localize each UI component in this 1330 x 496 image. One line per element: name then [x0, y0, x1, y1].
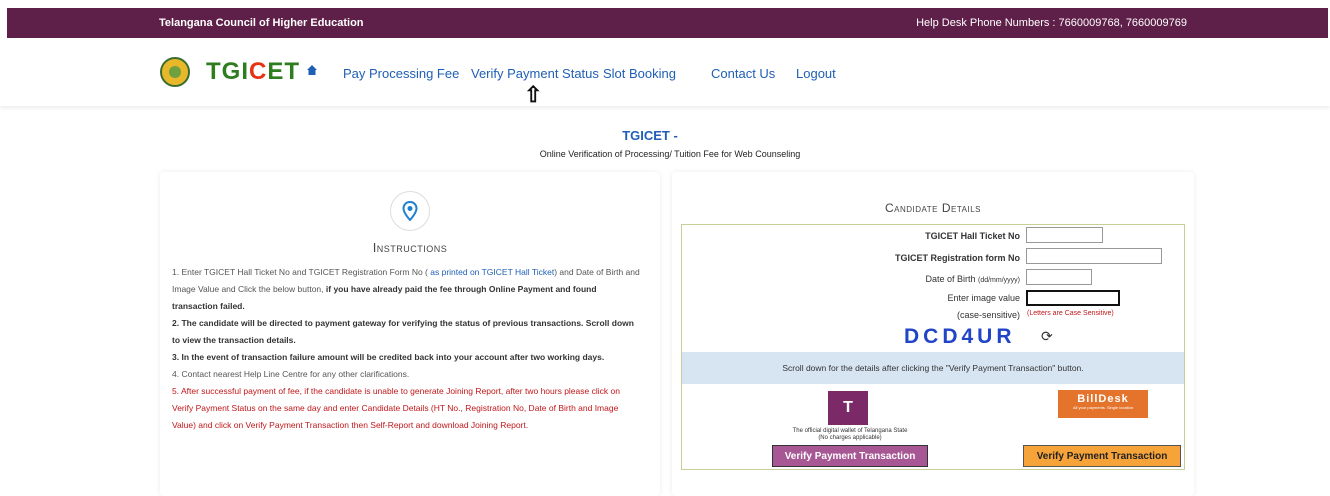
nav-contact-us[interactable]: Contact Us	[711, 66, 775, 81]
top-header-bar: Telangana Council of Higher Education He…	[7, 8, 1328, 38]
candidate-details-panel: Candidate Details TGICET Hall Ticket No …	[672, 172, 1194, 496]
billdesk-logo[interactable]: BillDesk All your payments. Single locat…	[1058, 390, 1148, 418]
instruction-item: 2. The candidate will be directed to pay…	[172, 318, 634, 345]
case-sensitive-note: (Letters are Case Sensitive)	[1027, 310, 1114, 317]
refresh-captcha-icon[interactable]: ⟳	[1041, 328, 1053, 345]
registration-label: TGICET Registration form No	[894, 253, 1020, 263]
twallet-logo[interactable]: T	[828, 391, 868, 425]
home-icon[interactable]	[307, 64, 317, 78]
dob-label: Date of Birth (dd/mm/yyyy)	[925, 274, 1020, 284]
hall-ticket-link[interactable]: as printed on TGICET Hall Ticket	[430, 267, 554, 277]
instruction-item: 4. Contact nearest Help Line Centre for …	[172, 369, 410, 379]
captcha-image: DCD4UR	[904, 325, 1016, 348]
location-pin-icon	[390, 191, 430, 231]
nav-pay-processing-fee[interactable]: Pay Processing Fee	[343, 66, 459, 81]
image-value-label: Enter image value	[947, 293, 1020, 303]
instruction-item: 1. Enter TGICET Hall Ticket No and TGICE…	[172, 267, 640, 311]
instructions-panel: Instructions 1. Enter TGICET Hall Ticket…	[160, 172, 660, 496]
nav-logout[interactable]: Logout	[796, 66, 836, 81]
scroll-note: Scroll down for the details after clicki…	[682, 352, 1184, 384]
captcha-input[interactable]	[1026, 290, 1120, 306]
candidate-form: TGICET Hall Ticket No TGICET Registratio…	[681, 224, 1185, 470]
verify-payment-billdesk-button[interactable]: Verify Payment Transaction	[1023, 445, 1181, 467]
candidate-details-heading: Candidate Details	[885, 201, 981, 215]
main-navbar: TGICET Pay Processing Fee Verify Payment…	[0, 38, 1330, 107]
instruction-item-alert: 5. After successful payment of fee, if t…	[172, 386, 620, 430]
registration-input[interactable]	[1026, 248, 1162, 264]
telangana-emblem-icon	[160, 57, 190, 87]
verify-payment-twallet-button[interactable]: Verify Payment Transaction	[772, 445, 928, 467]
dob-input[interactable]	[1026, 269, 1092, 285]
nav-slot-booking[interactable]: Slot Booking	[603, 66, 676, 81]
page-title: TGICET -	[622, 128, 678, 143]
tgicet-logo[interactable]: TGICET	[206, 58, 300, 86]
hall-ticket-label: TGICET Hall Ticket No	[925, 231, 1020, 241]
hall-ticket-input[interactable]	[1026, 227, 1103, 243]
twallet-caption: The official digital wallet of Telangana…	[792, 428, 908, 441]
nav-verify-payment-status[interactable]: Verify Payment Status	[471, 66, 599, 81]
page-subtitle: Online Verification of Processing/ Tuiti…	[539, 149, 801, 159]
case-sensitive-label: (case-sensitive)	[956, 310, 1020, 320]
instructions-list: 1. Enter TGICET Hall Ticket No and TGICE…	[172, 264, 642, 434]
up-arrow-icon: ⇧	[524, 82, 543, 107]
instruction-item: 3. In the event of transaction failure a…	[172, 352, 605, 362]
org-name: Telangana Council of Higher Education	[159, 17, 364, 29]
helpdesk-numbers: Help Desk Phone Numbers : 7660009768, 76…	[916, 17, 1187, 29]
instructions-heading: Instructions	[372, 240, 448, 255]
